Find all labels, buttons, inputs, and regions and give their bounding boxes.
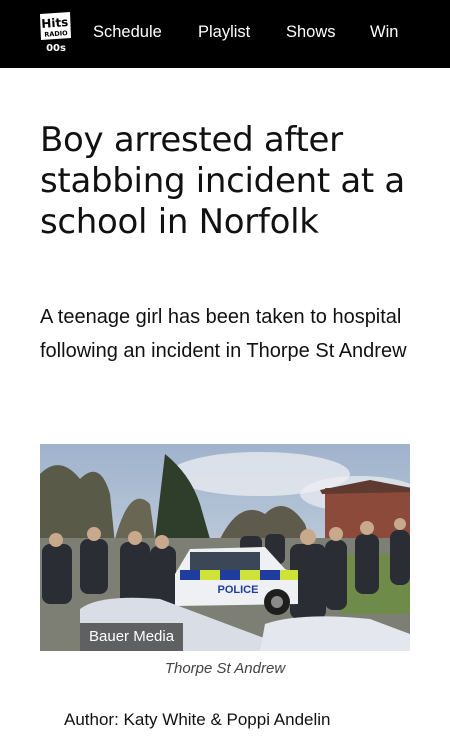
nav-schedule[interactable]: Schedule [93,23,162,42]
photo-caption: Thorpe St Andrew [164,660,286,677]
main-nav: Schedule Playlist Shows Win [0,0,450,68]
nav-shows[interactable]: Shows [286,23,336,42]
article-standfirst: A teenage girl has been taken to hospita… [40,306,407,362]
nav-playlist[interactable]: Playlist [198,23,250,42]
police-car-text: POLICE [218,584,259,596]
article-author: Author: Katy White & Poppi Andelin [64,710,331,729]
nav-win[interactable]: Win [370,23,398,42]
photo-credit: Bauer Media [80,623,184,651]
article-headline: Boy arrested after stabbing incident at … [40,120,405,242]
photo-scene: POLICE [40,444,410,651]
article-photo[interactable]: POLICE Bauer Media [40,444,410,651]
top-nav-bar: Hits RADIO 00s Schedule Playlist Shows W… [0,0,450,68]
